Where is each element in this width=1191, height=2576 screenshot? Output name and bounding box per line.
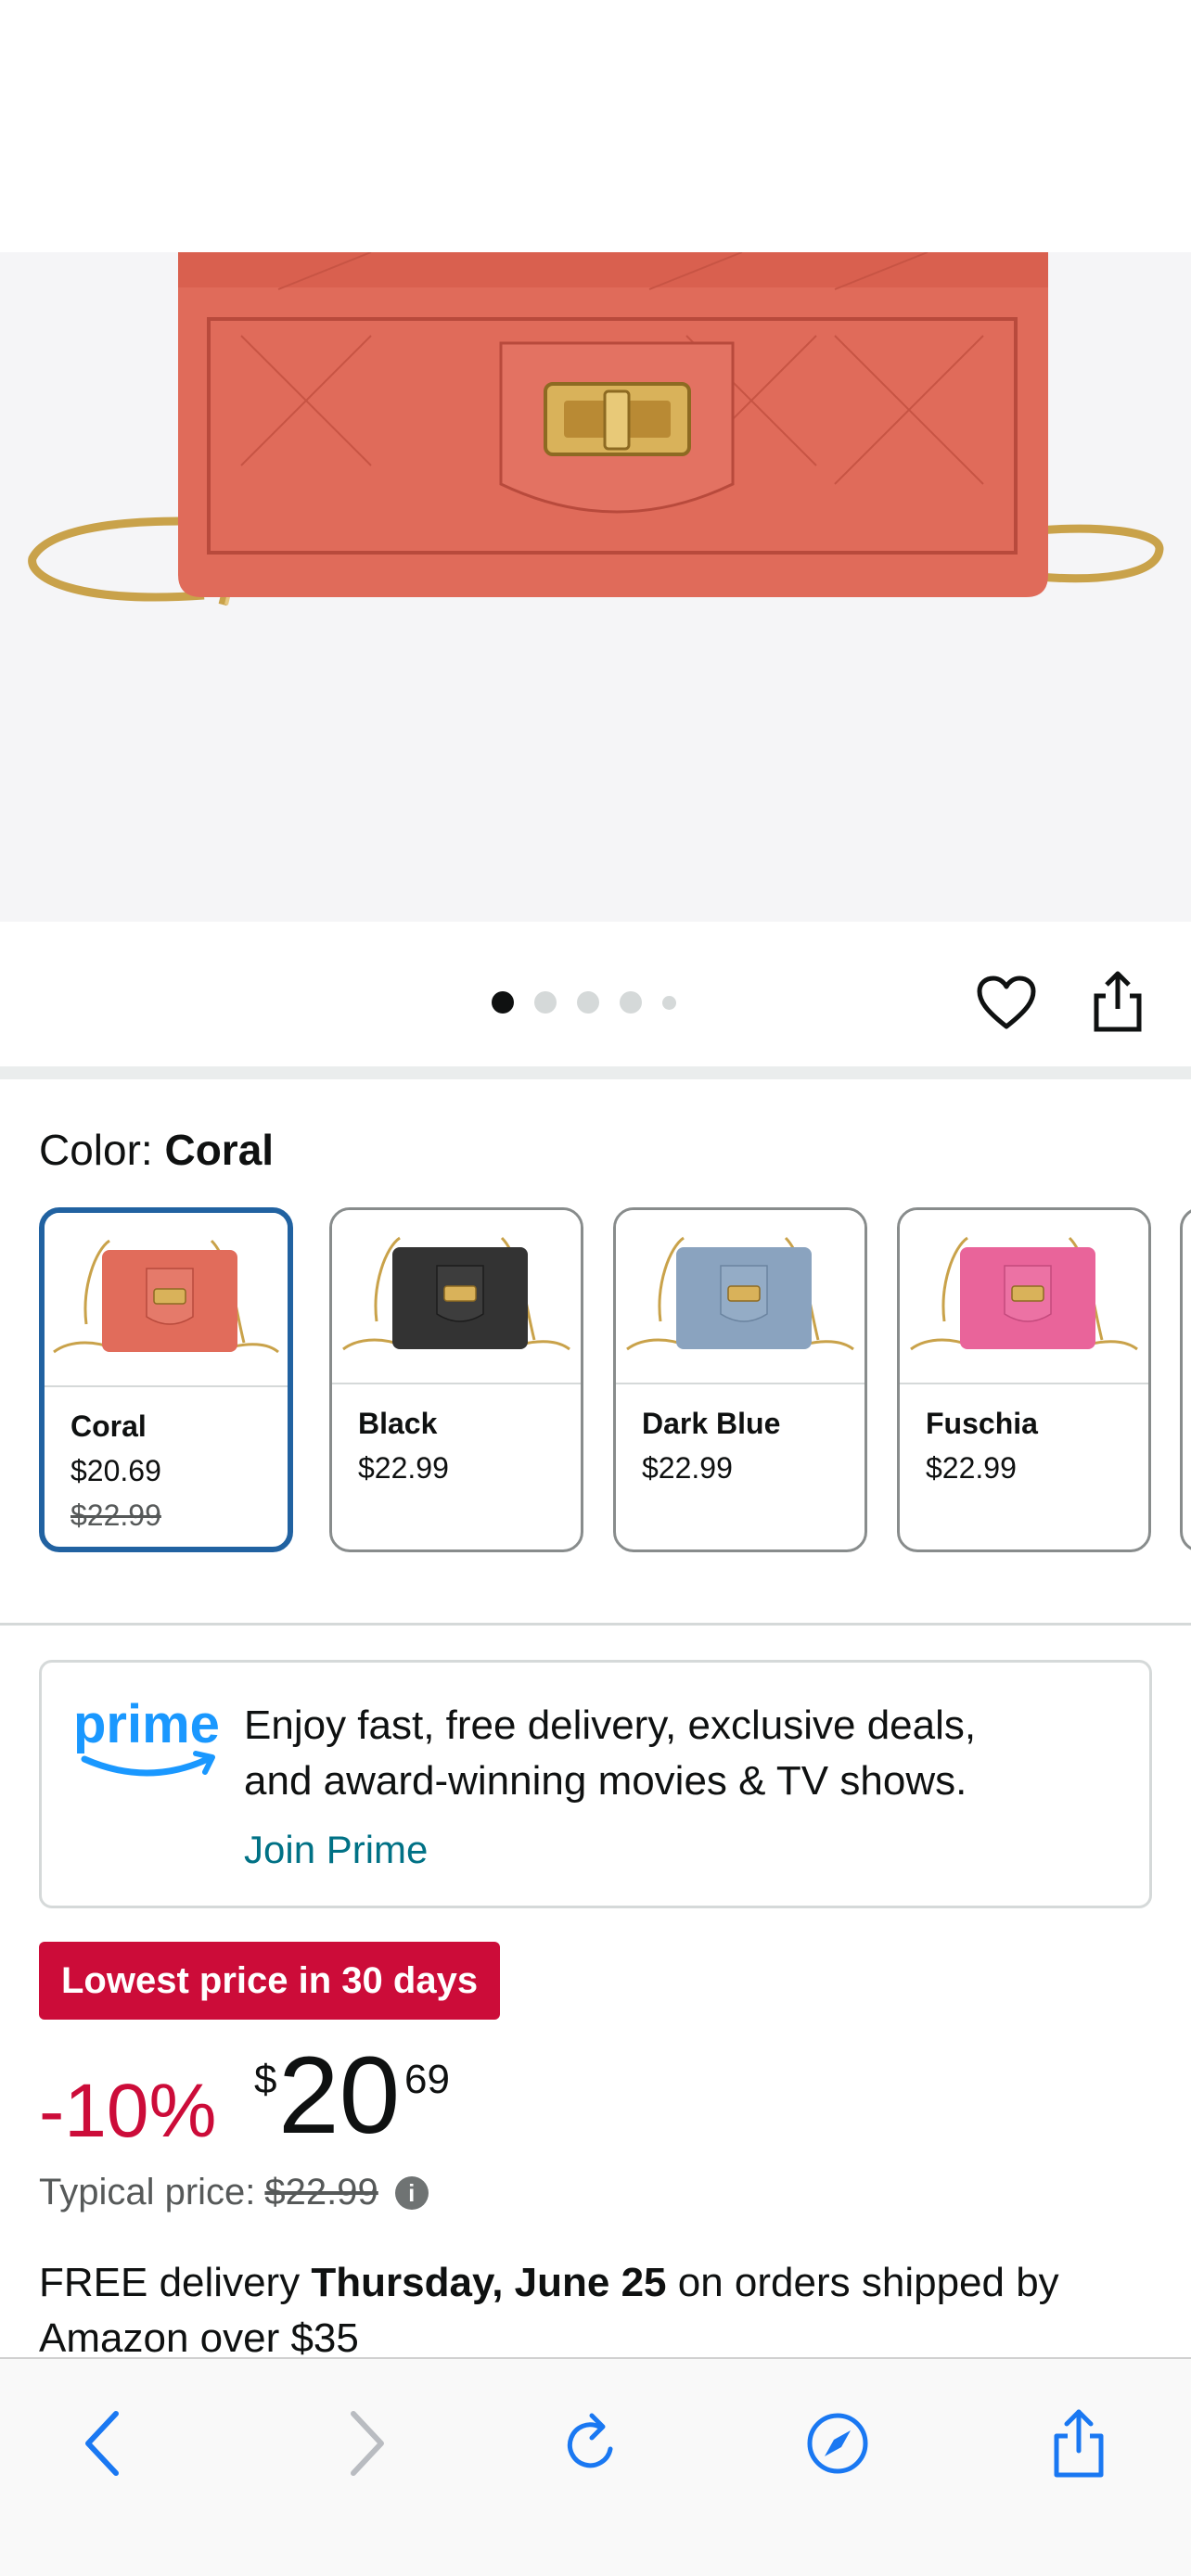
prime-description: Enjoy fast, free delivery, exclusive dea… (244, 1698, 1125, 1809)
compass-icon (807, 2413, 868, 2474)
swatch-coral[interactable]: Coral $20.69 $22.99 (39, 1207, 293, 1552)
swatch-name: Fuschia (926, 1407, 1038, 1440)
pagination-dot-4[interactable] (620, 991, 642, 1014)
delivery-prefix: FREE delivery (39, 2260, 312, 2305)
swatch-name: Coral (70, 1409, 147, 1443)
section-divider (0, 1066, 1191, 1079)
join-prime-link[interactable]: Join Prime (244, 1828, 428, 1872)
pagination-dot-3[interactable] (577, 991, 599, 1014)
prime-promo-card[interactable]: prime Enjoy fast, free delivery, exclusi… (39, 1660, 1152, 1908)
swatch-next-partial[interactable] (1180, 1207, 1191, 1552)
product-image[interactable] (0, 252, 1191, 922)
swatch-price: $20.69 (70, 1454, 161, 1487)
forward-button[interactable] (325, 2402, 408, 2485)
bag-illustration (28, 252, 1164, 606)
price-whole: 20 (278, 2034, 401, 2157)
back-icon (85, 2411, 119, 2476)
reload-icon (567, 2413, 613, 2468)
color-label: Color: Coral (39, 1125, 274, 1175)
color-label-prefix: Color: (39, 1126, 165, 1174)
swatch-black[interactable]: Black $22.99 (329, 1207, 583, 1552)
swatch-thumbnail (45, 1213, 288, 1387)
info-icon[interactable]: i (394, 2175, 429, 2210)
swatch-old-price: $22.99 (70, 1498, 161, 1532)
forward-icon (351, 2411, 384, 2476)
price-fraction: 69 (404, 2057, 450, 2102)
browser-toolbar (0, 2357, 1191, 2576)
pagination-dot-2[interactable] (534, 991, 557, 1014)
prime-logo-text: prime (73, 1694, 220, 1754)
share-icon (1054, 2409, 1104, 2478)
prime-line-1: Enjoy fast, free delivery, exclusive dea… (244, 1702, 977, 1748)
delivery-date: Thursday, June 25 (311, 2260, 667, 2305)
pagination-dot-1[interactable] (492, 991, 514, 1014)
typical-price: Typical price: $22.99 i (39, 2172, 429, 2213)
status-area (0, 0, 1191, 252)
typical-price-label: Typical price: (39, 2172, 256, 2213)
swatch-name: Black (358, 1407, 438, 1440)
swatch-thumbnail (332, 1210, 581, 1384)
swatch-dark-blue[interactable]: Dark Blue $22.99 (613, 1207, 867, 1552)
swatch-thumbnail (900, 1210, 1148, 1384)
swatch-thumbnail (616, 1210, 864, 1384)
back-button[interactable] (61, 2402, 145, 2485)
heart-icon[interactable] (976, 975, 1037, 1032)
share-button[interactable] (1037, 2402, 1121, 2485)
discount-percent: -10% (39, 2069, 217, 2153)
pagination-dot-5[interactable] (662, 995, 676, 1010)
swatch-price: $22.99 (358, 1451, 449, 1485)
price-currency: $ (254, 2057, 277, 2102)
typical-price-value: $22.99 (264, 2172, 378, 2213)
selected-color-name: Coral (164, 1126, 275, 1174)
prime-logo-icon: prime (73, 1694, 220, 1777)
swatch-fuschia[interactable]: Fuschia $22.99 (897, 1207, 1151, 1552)
deal-badge: Lowest price in 30 days (39, 1942, 501, 2020)
swatch-price: $22.99 (926, 1451, 1017, 1485)
image-pagination[interactable] (492, 991, 676, 1014)
share-icon[interactable] (1091, 970, 1145, 1035)
delivery-info: FREE delivery Thursday, June 25 on order… (39, 2255, 1161, 2366)
swatch-price: $22.99 (642, 1451, 733, 1485)
compass-button[interactable] (796, 2402, 879, 2485)
reload-button[interactable] (553, 2402, 636, 2485)
section-divider-thin (0, 1623, 1191, 1626)
swatch-name: Dark Blue (642, 1407, 781, 1440)
prime-line-2: and award-winning movies & TV shows. (244, 1758, 967, 1804)
